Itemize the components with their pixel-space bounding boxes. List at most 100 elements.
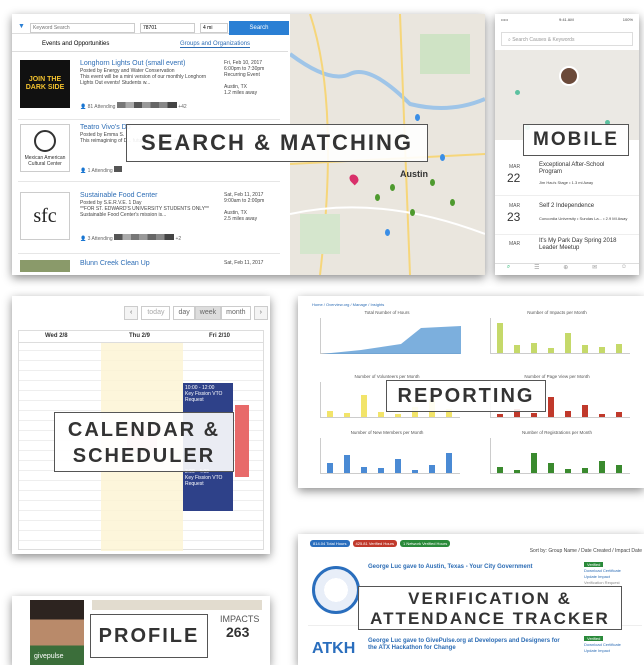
chart-bar: [378, 412, 384, 417]
today-button[interactable]: today: [141, 306, 171, 320]
going-count: 1: [87, 168, 91, 174]
map-pin-icon[interactable]: [515, 90, 520, 95]
search-tabs: Events and Opportunities Groups and Orga…: [12, 38, 288, 52]
mobile-search-input[interactable]: ⌕ Search Causes & Keywords: [501, 32, 633, 46]
chart-bar: [497, 467, 503, 473]
time: 9:00am to 2:00pm: [224, 198, 265, 204]
chart-bar: [599, 461, 605, 473]
logo-text: Mexican American Cultural Center: [24, 154, 66, 167]
event-title[interactable]: Teatro Vivo's Do: [80, 124, 131, 131]
event-description: This event will be a mini version of our…: [80, 74, 207, 86]
event-description: **FOR ST. EDWARD'S UNIVERSITY STUDENTS O…: [80, 206, 209, 218]
map-pin-icon[interactable]: [440, 154, 445, 161]
chart-bar: [599, 347, 605, 353]
map-pin-icon[interactable]: [450, 199, 455, 206]
event-month: MAR: [509, 203, 521, 209]
event-title: Key Fission VTO Request: [185, 475, 223, 487]
event-desc: Posted by Energy and Water Conservation T…: [80, 68, 210, 86]
event-title[interactable]: Longhorn Lights Out (small event): [80, 60, 185, 67]
event-sub: Jim Hau's Stage • 1.3 mi Away: [539, 180, 594, 185]
list-item[interactable]: MAR 23 Self 2 Independence Concordia Uni…: [495, 199, 639, 235]
breadcrumb: Home / Overview.org / Manage / Insights: [312, 302, 385, 307]
chart-title: Number of Impacts per Month: [527, 310, 587, 315]
list-item[interactable]: Blunn Creek Clean Up Sat, Feb 11, 2017: [18, 258, 280, 275]
chart-bar: [582, 345, 588, 353]
search-button[interactable]: Search: [229, 21, 289, 35]
impact-title[interactable]: George Luc gave to Austin, Texas - Your …: [368, 564, 532, 570]
event-logo: sfc: [20, 192, 70, 240]
label-profile: PROFILE: [90, 614, 208, 658]
chart-title: Number of Page View per Month: [524, 374, 590, 379]
calendar-header: Wed 2/8 Thu 2/9 Fri 2/10: [19, 331, 263, 343]
chart-bar: [582, 405, 588, 417]
radius-input[interactable]: [200, 23, 228, 33]
going-count: 81: [87, 104, 94, 110]
discover-tab-icon[interactable]: ☰: [534, 264, 539, 275]
event-title[interactable]: Self 2 Independence: [539, 203, 629, 209]
chart-bar: [616, 412, 622, 417]
search-bar: ▼ Search: [12, 20, 289, 35]
list-item[interactable]: ATKH George Luc gave to GivePulse.org at…: [308, 634, 642, 665]
filter-icon[interactable]: ▼: [18, 23, 25, 30]
list-item[interactable]: sfc Sustainable Food Center Posted by S.…: [18, 190, 280, 254]
update-impact-link[interactable]: Update Impact: [584, 648, 610, 653]
next-button[interactable]: ›: [253, 306, 268, 320]
impact-title[interactable]: George Luc gave to GivePulse.org at Deve…: [368, 638, 568, 652]
download-certificate-link[interactable]: Download Certificate: [584, 568, 621, 573]
event-logo: Mexican American Cultural Center: [20, 124, 70, 172]
list-item[interactable]: JOIN THE DARK SIDE Longhorn Lights Out (…: [18, 58, 280, 120]
attendees: 👤 3 Attending +2: [80, 234, 182, 242]
event-month: MAR: [509, 164, 521, 170]
event-month: MAR: [509, 241, 521, 247]
chart-bar: [327, 411, 333, 417]
day-view-button[interactable]: day: [173, 306, 195, 320]
update-impact-link[interactable]: Update Impact: [584, 574, 610, 579]
network-hours-badge: 1 Network Verified Hours: [399, 540, 451, 547]
tab-events[interactable]: Events and Opportunities: [42, 41, 109, 47]
distance: 1.2 miles away: [224, 90, 258, 96]
chart-bar: [327, 463, 333, 473]
label-search-matching: SEARCH & MATCHING: [126, 124, 428, 162]
tab-groups[interactable]: Groups and Organizations: [180, 41, 251, 48]
week-view-button[interactable]: week: [194, 306, 222, 320]
map-pin-icon[interactable]: [410, 209, 415, 216]
map-pin-icon[interactable]: [385, 229, 390, 236]
status-bar: ••••• 9:41 AM 100%: [501, 17, 633, 22]
chart-bar: [344, 413, 350, 417]
chart-bar: [429, 465, 435, 473]
recur: Recurring Event: [224, 72, 260, 78]
keyword-input[interactable]: [30, 23, 135, 33]
verification-request-link[interactable]: Verification Request: [584, 580, 620, 585]
map-pin-icon[interactable]: [415, 114, 420, 121]
list-item[interactable]: MAR It's My Park Day Spring 2018 Leader …: [495, 236, 639, 260]
chart-bar: [395, 459, 401, 473]
sort-options[interactable]: Sort by: Group Name / Date Created / Imp…: [530, 548, 642, 554]
profile-tab-icon[interactable]: ☺: [621, 264, 627, 275]
add-tab-icon[interactable]: ⊕: [563, 264, 568, 275]
city-seal-icon: [312, 566, 360, 614]
month-view-button[interactable]: month: [221, 306, 251, 320]
messages-tab-icon[interactable]: ✉: [592, 264, 597, 275]
event-title[interactable]: It's My Park Day Spring 2018 Leader Meet…: [539, 238, 629, 252]
mac-logo-icon: [34, 129, 56, 152]
col-header: Fri 2/10: [209, 333, 231, 339]
calendar-event[interactable]: [235, 405, 249, 477]
zip-input[interactable]: [140, 23, 195, 33]
map-pin-icon[interactable]: [390, 184, 395, 191]
map-pin-icon[interactable]: [375, 194, 380, 201]
event-title[interactable]: Exceptional After-School Program: [539, 162, 629, 176]
event-date: Sat, Feb 11, 2017: [224, 260, 264, 266]
mobile-tab-bar: ⌕ ☰ ⊕ ✉ ☺: [495, 263, 639, 275]
prev-button[interactable]: ‹: [124, 306, 139, 320]
chart-bar: [548, 348, 554, 353]
search-tab-icon[interactable]: ⌕: [507, 264, 510, 275]
chart-title: Total Number of Hours: [364, 310, 410, 315]
col-header: Wed 2/8: [45, 333, 68, 339]
verified-badge: Verified: [584, 636, 604, 641]
list-item[interactable]: MAR 22 Exceptional After-School Program …: [495, 160, 639, 196]
map-pin-icon[interactable]: [430, 179, 435, 186]
event-title[interactable]: Blunn Creek Clean Up: [80, 260, 150, 267]
download-certificate-link[interactable]: Download Certificate: [584, 642, 621, 647]
attendees: 👤 1 Attending: [80, 166, 123, 174]
event-title[interactable]: Sustainable Food Center: [80, 192, 157, 199]
